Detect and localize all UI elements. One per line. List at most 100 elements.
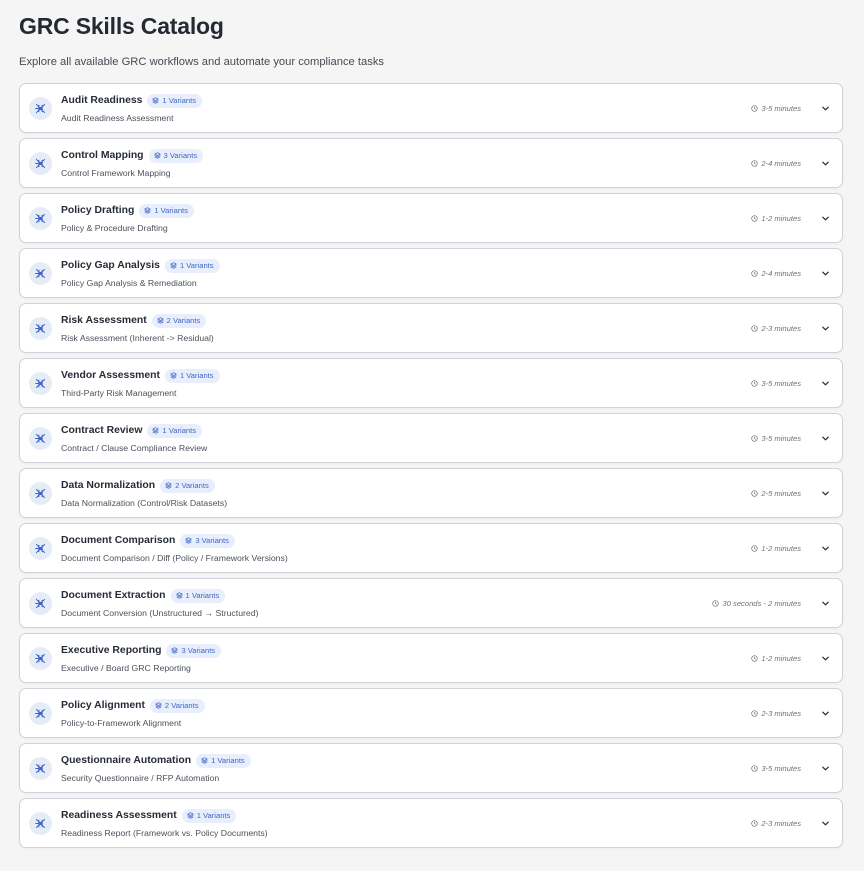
variants-count: 1 Variants: [162, 426, 197, 435]
page-title: GRC Skills Catalog: [19, 13, 224, 39]
skill-network-icon: [29, 426, 52, 450]
clock-icon: [751, 654, 758, 662]
skill-card-document-comparison[interactable]: Document Comparison 3 Variants Document …: [19, 523, 843, 573]
layers-icon: [175, 592, 183, 599]
skill-name: Document Extraction: [61, 590, 166, 601]
skill-name: Vendor Assessment: [61, 370, 160, 381]
skill-description: Audit Readiness Assessment: [61, 112, 174, 123]
duration-text: 3-5 minutes: [761, 103, 801, 113]
layers-icon: [153, 152, 161, 159]
skill-card-body: Document Comparison 3 Variants Document …: [61, 533, 751, 564]
skill-name: Control Mapping: [61, 150, 144, 161]
duration: 3-5 minutes: [751, 104, 801, 113]
skill-network-icon: [29, 96, 52, 120]
clock-icon: [751, 434, 758, 442]
skill-card-body: Audit Readiness 1 Variants Audit Readine…: [61, 93, 751, 124]
skill-card-body: Data Normalization 2 Variants Data Norma…: [61, 478, 751, 509]
skill-description: Policy-to-Framework Alignment: [61, 717, 182, 728]
layers-icon: [152, 427, 160, 434]
skill-title-row: Readiness Assessment 1 Variants: [61, 808, 751, 824]
skill-name: Questionnaire Automation: [61, 755, 192, 766]
chevron-down-icon[interactable]: [820, 158, 830, 168]
skill-title-row: Policy Gap Analysis 1 Variants: [61, 258, 751, 274]
skill-name: Policy Gap Analysis: [61, 260, 160, 271]
variants-badge: 3 Variants: [148, 148, 204, 163]
layers-icon: [152, 97, 160, 104]
layers-icon: [187, 812, 194, 819]
skill-card-executive-reporting[interactable]: Executive Reporting 3 Variants Executive…: [19, 633, 843, 683]
skill-card-questionnaire-automation[interactable]: Questionnaire Automation 1 Variants Secu…: [19, 743, 843, 793]
chevron-down-icon[interactable]: [820, 653, 830, 663]
skill-card-risk-assessment[interactable]: Risk Assessment 2 Variants Risk Assessme…: [19, 303, 843, 353]
skill-title-row: Control Mapping 3 Variants: [61, 148, 751, 164]
chevron-down-icon[interactable]: [820, 323, 830, 333]
skill-card-data-normalization[interactable]: Data Normalization 2 Variants Data Norma…: [19, 468, 843, 518]
layers-icon: [201, 757, 208, 764]
skill-network-icon: [29, 591, 52, 615]
skill-description: Contract / Clause Compliance Review: [61, 442, 208, 453]
skill-card-policy-drafting[interactable]: Policy Drafting 1 Variants Policy & Proc…: [19, 193, 843, 243]
variants-count: 1 Variants: [179, 261, 214, 270]
variants-badge: 1 Variants: [147, 93, 203, 108]
page-subtitle: Explore all available GRC workflows and …: [19, 56, 385, 68]
clock-icon: [751, 159, 758, 167]
variants-count: 2 Variants: [164, 701, 199, 710]
duration-text: 3-5 minutes: [761, 433, 801, 443]
skill-card-contract-review[interactable]: Contract Review 1 Variants Contract / Cl…: [19, 413, 843, 463]
skill-card-document-extraction[interactable]: Document Extraction 1 Variants Document …: [19, 578, 843, 628]
chevron-down-icon[interactable]: [820, 818, 830, 828]
skill-card-policy-alignment[interactable]: Policy Alignment 2 Variants Policy-to-Fr…: [19, 688, 843, 738]
skill-card-control-mapping[interactable]: Control Mapping 3 Variants Control Frame…: [19, 138, 843, 188]
variants-badge: 1 Variants: [181, 808, 237, 823]
duration-text: 3-5 minutes: [761, 378, 801, 388]
skill-name: Risk Assessment: [61, 315, 147, 326]
duration-text: 1-2 minutes: [761, 543, 801, 553]
chevron-down-icon[interactable]: [820, 213, 830, 223]
skill-card-body: Questionnaire Automation 1 Variants Secu…: [61, 753, 751, 784]
skill-card-readiness-assessment[interactable]: Readiness Assessment 1 Variants Readines…: [19, 798, 843, 848]
skill-network-icon: [29, 371, 52, 395]
layers-icon: [170, 262, 177, 269]
clock-icon: [751, 214, 758, 222]
chevron-down-icon[interactable]: [820, 378, 830, 388]
skill-card-vendor-assessment[interactable]: Vendor Assessment 1 Variants Third-Party…: [19, 358, 843, 408]
chevron-down-icon[interactable]: [820, 763, 830, 773]
skill-card-body: Risk Assessment 2 Variants Risk Assessme…: [61, 313, 751, 344]
chevron-down-icon[interactable]: [820, 488, 830, 498]
variants-count: 2 Variants: [166, 316, 201, 325]
skill-name: Executive Reporting: [61, 645, 162, 656]
duration-text: 2-5 minutes: [761, 488, 801, 498]
skill-name: Data Normalization: [61, 480, 156, 491]
chevron-down-icon[interactable]: [820, 103, 830, 113]
skill-title-row: Contract Review 1 Variants: [61, 423, 751, 439]
duration: 1-2 minutes: [751, 654, 801, 663]
chevron-down-icon[interactable]: [820, 708, 830, 718]
skill-description: Security Questionnaire / RFP Automation: [61, 772, 220, 783]
skill-name: Policy Alignment: [61, 700, 145, 711]
duration-text: 1-2 minutes: [761, 213, 801, 223]
skill-description: Readiness Report (Framework vs. Policy D…: [61, 827, 268, 838]
skill-network-icon: [29, 261, 52, 285]
layers-icon: [165, 482, 172, 489]
duration: 2-4 minutes: [751, 159, 801, 168]
duration: 1-2 minutes: [751, 214, 801, 223]
variants-count: 1 Variants: [185, 591, 220, 600]
clock-icon: [751, 544, 758, 552]
chevron-down-icon[interactable]: [820, 268, 830, 278]
skill-card-policy-gap-analysis[interactable]: Policy Gap Analysis 1 Variants Policy Ga…: [19, 248, 843, 298]
duration: 30 seconds - 2 minutes: [712, 599, 801, 608]
chevron-down-icon[interactable]: [820, 433, 830, 443]
chevron-down-icon[interactable]: [820, 598, 830, 608]
duration: 1-2 minutes: [751, 544, 801, 553]
variants-badge: 2 Variants: [151, 313, 207, 328]
skill-description: Policy & Procedure Drafting: [61, 222, 168, 233]
variants-count: 1 Variants: [162, 96, 197, 105]
skill-name: Audit Readiness: [61, 95, 143, 106]
skill-title-row: Executive Reporting 3 Variants: [61, 643, 751, 659]
skill-title-row: Risk Assessment 2 Variants: [61, 313, 751, 329]
skill-name: Readiness Assessment: [61, 810, 177, 821]
chevron-down-icon[interactable]: [820, 543, 830, 553]
skill-card-audit-readiness[interactable]: Audit Readiness 1 Variants Audit Readine…: [19, 83, 843, 133]
duration: 2-3 minutes: [751, 324, 801, 333]
variants-badge: 1 Variants: [196, 753, 251, 768]
